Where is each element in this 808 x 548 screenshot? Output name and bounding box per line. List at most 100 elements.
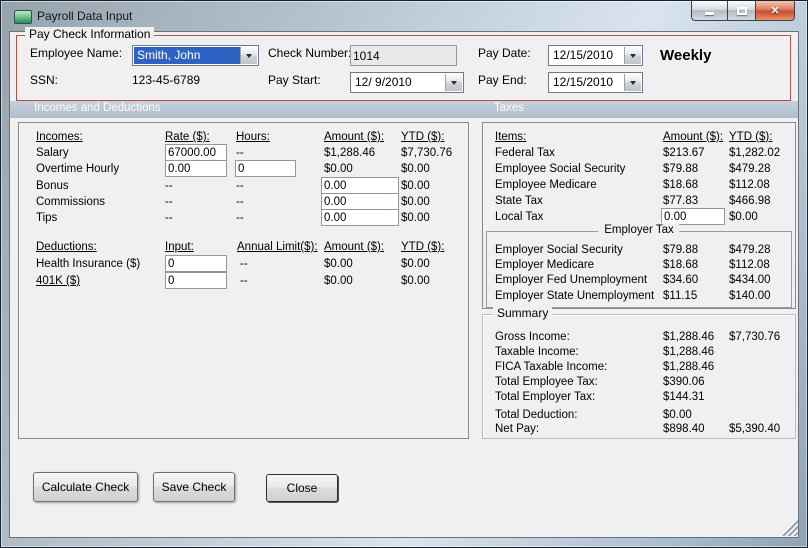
tax-amount: $79.88 xyxy=(663,244,699,256)
tax-amount: $79.88 xyxy=(663,163,699,175)
chevron-down-icon xyxy=(246,54,252,61)
bonus-amount-input[interactable] xyxy=(321,177,399,194)
tax-row-federal: Federal Tax $213.67 $1,282.02 xyxy=(483,145,795,161)
pay-date-datepicker[interactable]: 12/15/2010 xyxy=(548,45,643,66)
ssn-value: 123-45-6789 xyxy=(132,73,201,87)
deduction-row-401k: 401K ($) -- $0.00 $0.00 xyxy=(19,272,468,289)
income-row-commissions: Commissions -- -- $0.00 xyxy=(19,193,468,210)
overtime-hours-input[interactable] xyxy=(235,160,296,177)
pay-start-dropdown-button[interactable] xyxy=(445,74,462,91)
check-number-label: Check Number: xyxy=(268,46,352,60)
deduction-401k-input[interactable] xyxy=(165,272,227,289)
income-rate: -- xyxy=(165,196,173,208)
section-header-bar: Incomes and Deductions Taxes xyxy=(10,101,798,118)
tax-amount: $34.60 xyxy=(663,274,699,286)
salary-rate-input[interactable] xyxy=(165,144,227,161)
pay-check-information-legend: Pay Check Information xyxy=(25,27,155,41)
tax-row-employer-social-security: Employer Social Security $79.88 $479.28 xyxy=(483,242,795,258)
summary-name: FICA Taxable Income: xyxy=(495,361,608,373)
employee-name-dropdown-button[interactable] xyxy=(240,47,257,64)
save-check-button[interactable]: Save Check xyxy=(153,472,235,502)
health-insurance-input[interactable] xyxy=(165,255,227,272)
pay-start-datepicker[interactable]: 12/ 9/2010 xyxy=(350,72,464,93)
income-rate: -- xyxy=(165,212,173,224)
caption-button-group: ✕ xyxy=(691,1,795,22)
summary-row-taxable-income: Taxable Income: $1,288.46 xyxy=(483,344,795,360)
income-row-overtime: Overtime Hourly $0.00 $0.00 xyxy=(19,160,468,177)
maximize-button[interactable] xyxy=(727,1,756,21)
summary-name: Gross Income: xyxy=(495,331,570,343)
tax-name: Local Tax xyxy=(495,211,544,223)
deduction-limit: -- xyxy=(240,275,248,287)
tips-amount-input[interactable] xyxy=(321,209,399,226)
income-name: Overtime Hourly xyxy=(36,163,120,175)
amount-col-header: Amount ($): xyxy=(324,241,385,253)
tax-row-employee-medicare: Employee Medicare $18.68 $112.08 xyxy=(483,177,795,193)
income-row-salary: Salary -- $1,288.46 $7,730.76 xyxy=(19,144,468,161)
income-hours: -- xyxy=(236,212,244,224)
income-amount: $0.00 xyxy=(324,163,353,175)
chevron-down-icon xyxy=(451,81,457,88)
tax-row-employer-state-unemployment: Employer State Unemployment $11.15 $140.… xyxy=(483,288,795,304)
employer-tax-group-label: Employer Tax xyxy=(598,223,680,237)
tax-row-state: State Tax $77.83 $466.98 xyxy=(483,193,795,209)
taxes-header-row: Items: Amount ($): YTD ($): xyxy=(483,129,795,145)
pay-start-value: 12/ 9/2010 xyxy=(355,75,412,89)
app-icon xyxy=(14,10,32,24)
employee-name-combobox[interactable]: Smith, John xyxy=(132,45,259,66)
income-name: Commissions xyxy=(36,196,106,208)
summary-name: Net Pay: xyxy=(495,423,540,435)
minimize-button[interactable] xyxy=(691,1,727,21)
summary-row-total-employee-tax: Total Employee Tax: $390.06 xyxy=(483,374,795,390)
deductions-col-header: Deductions: xyxy=(36,241,97,253)
ytd-col-header: YTD ($): xyxy=(401,131,445,143)
window-title: Payroll Data Input xyxy=(37,9,133,23)
items-col-header: Items: xyxy=(495,131,527,143)
dialog-client-area: Pay Check Information Employee Name: Smi… xyxy=(9,27,799,538)
deduction-name: Health Insurance ($) xyxy=(36,258,141,270)
incomes-col-header: Incomes: xyxy=(36,131,83,143)
summary-amount: $898.40 xyxy=(663,423,705,435)
pay-end-datepicker[interactable]: 12/15/2010 xyxy=(548,72,643,93)
income-ytd: $0.00 xyxy=(401,180,430,192)
income-hours: -- xyxy=(236,147,244,159)
resize-grip[interactable] xyxy=(780,518,798,536)
maximize-icon xyxy=(736,6,747,15)
summary-ytd: $5,390.40 xyxy=(729,423,781,435)
close-dialog-button[interactable]: Close xyxy=(266,474,338,502)
pay-date-dropdown-button[interactable] xyxy=(624,47,641,64)
income-hours: -- xyxy=(236,196,244,208)
incomes-section-header: Incomes and Deductions xyxy=(34,102,161,114)
tax-row-employer-fed-unemployment: Employer Fed Unemployment $34.60 $434.00 xyxy=(483,272,795,288)
summary-row-net-pay: Net Pay: $898.40 $5,390.40 xyxy=(483,421,795,437)
check-number-input[interactable] xyxy=(350,45,457,66)
commissions-amount-input[interactable] xyxy=(321,193,399,210)
income-name: Salary xyxy=(36,147,69,159)
tax-row-employee-social-security: Employee Social Security $79.88 $479.28 xyxy=(483,161,795,177)
close-button[interactable]: ✕ xyxy=(756,1,795,21)
deduction-amount: $0.00 xyxy=(324,275,353,287)
tax-row-employer-medicare: Employer Medicare $18.68 $112.08 xyxy=(483,257,795,273)
input-col-header: Input: xyxy=(165,241,194,253)
summary-amount: $1,288.46 xyxy=(663,331,715,343)
ytd-col-header: YTD ($): xyxy=(401,241,445,253)
deduction-ytd: $0.00 xyxy=(401,275,430,287)
income-ytd: $7,730.76 xyxy=(401,147,453,159)
incomes-deductions-panel: Incomes: Rate ($): Hours: Amount ($): YT… xyxy=(18,122,469,439)
deduction-amount: $0.00 xyxy=(324,258,353,270)
summary-legend: Summary xyxy=(493,306,553,320)
pay-end-label: Pay End: xyxy=(478,73,527,87)
tax-name: Employer Fed Unemployment xyxy=(495,274,648,286)
pay-end-dropdown-button[interactable] xyxy=(624,74,641,91)
tax-ytd: $0.00 xyxy=(729,211,758,223)
summary-name: Total Employee Tax: xyxy=(495,376,598,388)
income-row-bonus: Bonus -- -- $0.00 xyxy=(19,177,468,194)
calculate-check-button[interactable]: Calculate Check xyxy=(33,472,138,502)
summary-amount: $1,288.46 xyxy=(663,346,715,358)
overtime-rate-input[interactable] xyxy=(165,160,227,177)
deduction-401k-link[interactable]: 401K ($) xyxy=(36,273,80,289)
deduction-row-health-insurance: Health Insurance ($) -- $0.00 $0.00 xyxy=(19,255,468,272)
tax-amount: $18.68 xyxy=(663,179,699,191)
tax-ytd: $112.08 xyxy=(729,259,770,271)
income-name: Bonus xyxy=(36,180,69,192)
